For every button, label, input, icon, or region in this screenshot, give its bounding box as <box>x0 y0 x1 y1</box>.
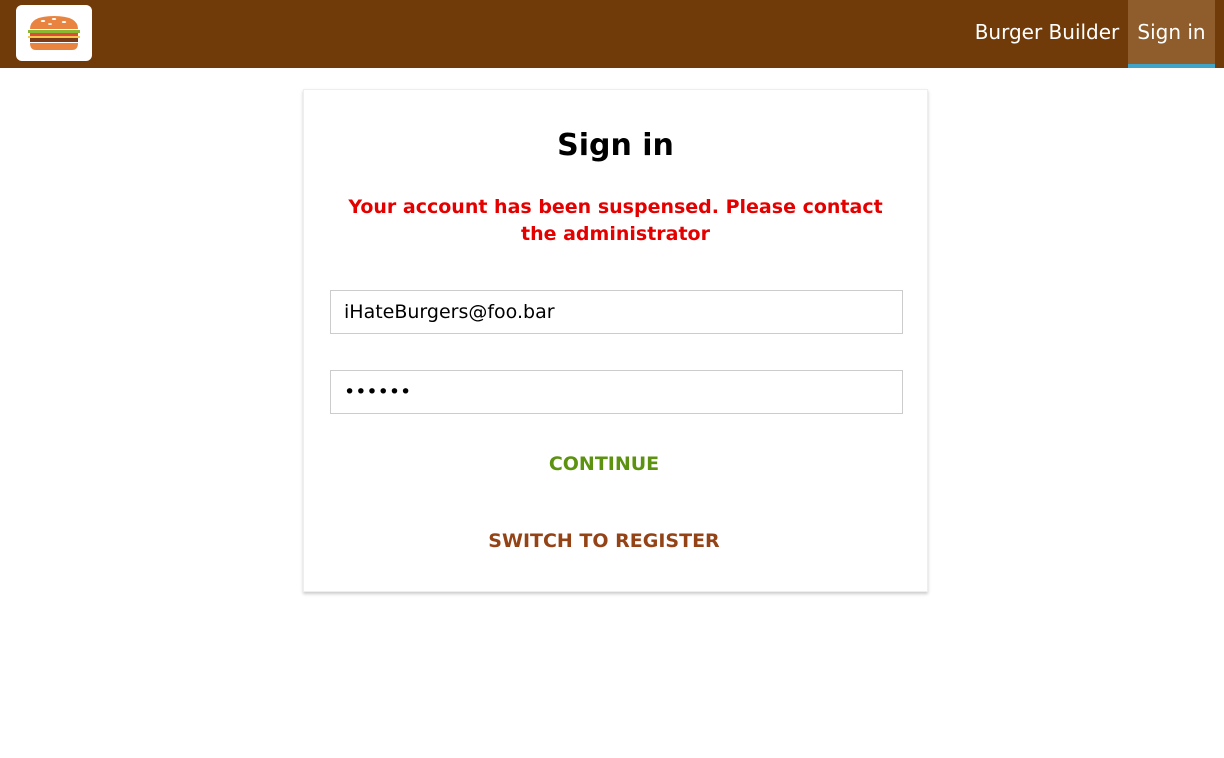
toolbar: Burger Builder Sign in <box>0 0 1224 68</box>
switch-to-register-button[interactable]: SWITCH TO REGISTER <box>304 530 904 552</box>
page-title: Sign in <box>557 128 674 163</box>
error-message: Your account has been suspensed. Please … <box>348 196 883 245</box>
nav-sign-in[interactable]: Sign in <box>1128 0 1215 68</box>
auth-card: Sign in Your account has been suspensed.… <box>303 89 928 592</box>
nav-burger-builder[interactable]: Burger Builder <box>968 0 1126 68</box>
continue-button[interactable]: CONTINUE <box>304 453 904 475</box>
password-field[interactable] <box>330 370 903 414</box>
burger-logo-icon[interactable] <box>16 5 92 61</box>
email-field[interactable] <box>330 290 903 334</box>
